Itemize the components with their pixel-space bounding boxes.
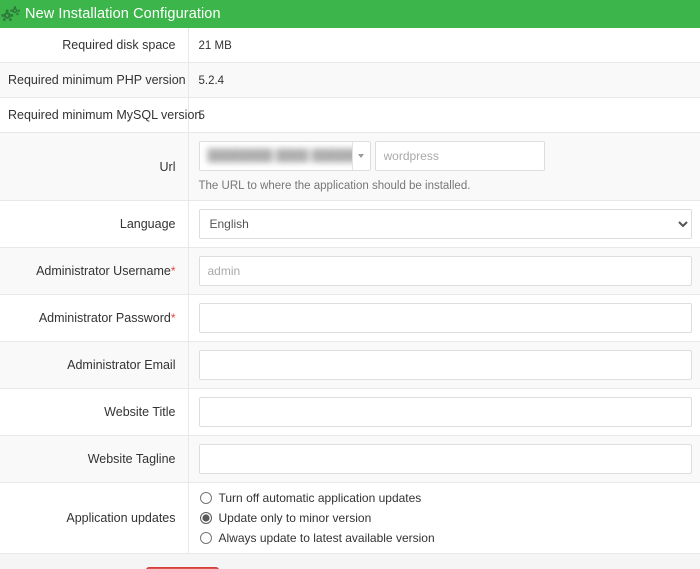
table-row-admin-password: Administrator Password* — [0, 294, 700, 342]
configuration-form-table: Required disk space 21 MB Required minim… — [0, 28, 700, 554]
cell-url: ████████ ████ ████████ The URL to where … — [188, 132, 700, 201]
required-asterisk: * — [170, 311, 176, 325]
cell-app-updates: Turn off automatic application updates U… — [188, 483, 700, 554]
label-admin-password: Administrator Password* — [0, 294, 189, 342]
label-app-updates: Application updates — [0, 482, 189, 554]
language-select[interactable]: English — [198, 209, 692, 239]
label-url: Url — [0, 132, 189, 201]
table-row-app-updates: Application updates Turn off automatic a… — [0, 482, 700, 554]
label-php-version: Required minimum PHP version — [0, 62, 189, 98]
website-tagline-input[interactable] — [198, 444, 692, 474]
label-website-tagline: Website Tagline — [0, 435, 189, 483]
value-mysql-version: 5 — [198, 109, 205, 122]
cell-admin-password — [188, 295, 700, 342]
required-asterisk: * — [170, 264, 176, 278]
caret-down-icon[interactable] — [351, 142, 370, 170]
label-admin-password-text: Administrator Password — [38, 311, 171, 325]
panel-footer: ✔ Install — [0, 554, 700, 569]
radio-label-updates-minor[interactable]: Update only to minor version — [219, 511, 372, 525]
label-admin-username: Administrator Username* — [0, 247, 189, 295]
value-disk-space: 21 MB — [198, 39, 232, 52]
radio-option-updates-off[interactable]: Turn off automatic application updates — [199, 491, 693, 505]
url-path-input[interactable] — [374, 141, 545, 171]
cell-php-version: 5.2.4 — [188, 62, 700, 98]
table-row-language: Language English — [0, 200, 700, 248]
radio-input-updates-minor[interactable] — [199, 512, 212, 524]
table-row-admin-username: Administrator Username* — [0, 247, 700, 295]
admin-email-input[interactable] — [198, 350, 692, 380]
admin-password-input[interactable] — [198, 303, 692, 333]
label-disk-space: Required disk space — [0, 28, 189, 63]
cell-disk-space: 21 MB — [188, 28, 700, 63]
panel-header: New Installation Configuration — [0, 0, 700, 28]
table-row-mysql-version: Required minimum MySQL version 5 — [0, 97, 700, 133]
cell-admin-username — [188, 247, 700, 295]
label-mysql-version: Required minimum MySQL version — [0, 97, 201, 133]
label-website-title: Website Title — [0, 388, 189, 436]
table-row-website-title: Website Title — [0, 388, 700, 436]
table-row-disk-space: Required disk space 21 MB — [0, 28, 700, 63]
radio-label-updates-off[interactable]: Turn off automatic application updates — [219, 491, 422, 505]
domain-select[interactable]: ████████ ████ ████████ — [198, 141, 371, 171]
installation-configuration-panel: New Installation Configuration Required … — [0, 0, 700, 569]
table-row-admin-email: Administrator Email — [0, 341, 700, 389]
radio-option-updates-minor[interactable]: Update only to minor version — [199, 511, 693, 525]
cell-website-title — [188, 389, 700, 436]
url-controls: ████████ ████ ████████ — [198, 141, 693, 171]
cell-mysql-version: 5 — [188, 98, 700, 133]
radio-input-updates-off[interactable] — [199, 492, 212, 504]
table-row-url: Url ████████ ████ ████████ The URL to wh… — [0, 132, 700, 201]
radio-option-updates-latest[interactable]: Always update to latest available versio… — [199, 531, 693, 545]
domain-select-value-redacted: ████████ ████ ████████ — [199, 142, 352, 170]
value-php-version: 5.2.4 — [198, 74, 225, 87]
admin-username-input[interactable] — [198, 256, 692, 286]
website-title-input[interactable] — [198, 397, 692, 427]
label-admin-username-text: Administrator Username — [36, 264, 171, 278]
url-help-text: The URL to where the application should … — [198, 180, 471, 192]
cell-language: English — [188, 201, 700, 248]
domain-select-value-text: ████████ ████ ████████ — [207, 150, 352, 162]
table-row-website-tagline: Website Tagline — [0, 435, 700, 483]
label-language: Language — [0, 200, 189, 248]
table-row-php-version: Required minimum PHP version 5.2.4 — [0, 62, 700, 98]
gears-icon — [0, 5, 22, 23]
radio-label-updates-latest[interactable]: Always update to latest available versio… — [219, 531, 435, 545]
label-admin-email: Administrator Email — [0, 341, 189, 389]
panel-title: New Installation Configuration — [25, 6, 221, 22]
cell-admin-email — [188, 341, 700, 389]
radio-input-updates-latest[interactable] — [199, 532, 212, 544]
cell-website-tagline — [188, 435, 700, 483]
